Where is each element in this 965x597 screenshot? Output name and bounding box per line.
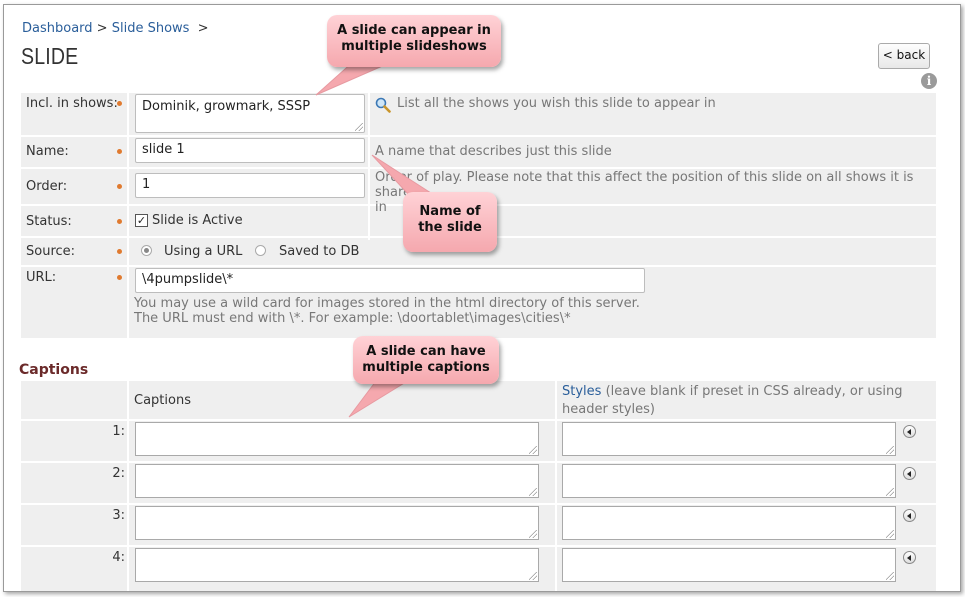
- required-dot: [117, 219, 122, 224]
- breadcrumb-separator: >: [197, 21, 209, 36]
- captions-column-header: Captions: [134, 393, 191, 408]
- resize-grip[interactable]: [886, 446, 894, 454]
- breadcrumb: Dashboard > Slide Shows >: [22, 21, 208, 36]
- info-icon[interactable]: i: [921, 73, 937, 89]
- style-picker-arrow-icon[interactable]: [903, 425, 916, 438]
- callout-text: multiple captions: [362, 360, 490, 375]
- status-active-label: Slide is Active: [152, 213, 243, 228]
- caption-textarea-4[interactable]: [135, 548, 539, 582]
- url-label: URL:: [26, 270, 57, 285]
- url-hint-line: The URL must end with \*. For example: \…: [134, 311, 571, 326]
- row-divider: [21, 545, 936, 547]
- style-picker-arrow-icon[interactable]: [903, 509, 916, 522]
- required-dot: [117, 249, 122, 254]
- incl-in-shows-hint: List all the shows you wish this slide t…: [397, 96, 716, 111]
- source-db-label: Saved to DB: [279, 244, 360, 259]
- required-dot: [117, 275, 122, 280]
- order-label: Order:: [26, 179, 68, 194]
- url-hint-line: You may use a wild card for images store…: [134, 296, 640, 311]
- callout-text: A slide can have: [366, 344, 486, 359]
- column-divider: [555, 381, 557, 591]
- status-label: Status:: [26, 214, 72, 229]
- caption-row-number: 3:: [112, 508, 125, 523]
- callout-name-of-slide: Name of the slide: [403, 192, 497, 252]
- column-divider: [127, 93, 129, 338]
- callout-multiple-captions: A slide can have multiple captions: [353, 336, 499, 384]
- breadcrumb-dashboard-link[interactable]: Dashboard: [22, 21, 93, 36]
- row-divider: [21, 135, 936, 137]
- source-db-radio[interactable]: [255, 245, 266, 256]
- style-picker-arrow-icon[interactable]: [903, 467, 916, 480]
- url-hint: You may use a wild card for images store…: [134, 296, 640, 326]
- breadcrumb-slide-shows-link[interactable]: Slide Shows: [112, 21, 190, 36]
- caption-row-number: 4:: [112, 550, 125, 565]
- resize-grip[interactable]: [529, 446, 537, 454]
- styles-note: styles): [611, 402, 655, 417]
- caption-row-number: 1:: [112, 424, 125, 439]
- incl-in-shows-label: Incl. in shows:: [26, 96, 118, 111]
- search-icon[interactable]: [375, 97, 391, 113]
- captions-heading: Captions: [19, 362, 89, 378]
- order-input[interactable]: 1: [135, 173, 365, 198]
- callout-text: A slide can appear in: [337, 23, 491, 38]
- resize-grip[interactable]: [886, 488, 894, 496]
- row-divider: [21, 167, 936, 169]
- incl-in-shows-value: Dominik, growmark, SSSP: [142, 99, 311, 114]
- caption-textarea-2[interactable]: [135, 464, 539, 498]
- slide-editor-window: Dashboard > Slide Shows > SLIDE < back i…: [3, 4, 961, 592]
- styles-column-header: Styles (leave blank if preset in CSS alr…: [562, 383, 932, 419]
- page-title: SLIDE: [21, 43, 79, 69]
- column-divider: [127, 381, 129, 591]
- breadcrumb-separator: >: [96, 21, 108, 36]
- caption-textarea-1[interactable]: [135, 422, 539, 456]
- incl-in-shows-input[interactable]: Dominik, growmark, SSSP: [135, 94, 365, 133]
- style-picker-arrow-icon[interactable]: [903, 551, 916, 564]
- resize-grip[interactable]: [529, 488, 537, 496]
- resize-grip[interactable]: [355, 123, 363, 131]
- style-textarea-1[interactable]: [562, 422, 896, 456]
- callout-text: multiple slideshows: [341, 39, 487, 54]
- resize-grip[interactable]: [886, 530, 894, 538]
- caption-textarea-3[interactable]: [135, 506, 539, 540]
- source-url-radio[interactable]: [141, 245, 152, 256]
- name-input[interactable]: slide 1: [135, 138, 365, 163]
- status-active-checkbox[interactable]: ✓: [135, 214, 148, 227]
- callout-text: the slide: [418, 220, 482, 235]
- caption-row-number: 2:: [112, 466, 125, 481]
- required-dot: [117, 149, 122, 154]
- resize-grip[interactable]: [529, 530, 537, 538]
- resize-grip[interactable]: [886, 572, 894, 580]
- name-hint: A name that describes just this slide: [375, 144, 612, 159]
- resize-grip[interactable]: [529, 572, 537, 580]
- style-textarea-2[interactable]: [562, 464, 896, 498]
- callout-slide-in-shows: A slide can appear in multiple slideshow…: [327, 15, 501, 67]
- row-divider: [21, 461, 936, 463]
- row-divider: [21, 503, 936, 505]
- row-divider: [21, 265, 936, 267]
- name-label: Name:: [26, 144, 69, 159]
- style-textarea-3[interactable]: [562, 506, 896, 540]
- style-textarea-4[interactable]: [562, 548, 896, 582]
- row-divider: [21, 419, 936, 421]
- url-input[interactable]: \4pumpslide\*: [135, 268, 645, 293]
- required-dot: [117, 184, 122, 189]
- styles-link[interactable]: Styles: [562, 384, 601, 399]
- required-dot: [117, 101, 122, 106]
- back-button[interactable]: < back: [878, 43, 930, 69]
- source-label: Source:: [26, 244, 76, 259]
- source-url-label: Using a URL: [164, 244, 243, 259]
- callout-text: Name of: [419, 204, 481, 219]
